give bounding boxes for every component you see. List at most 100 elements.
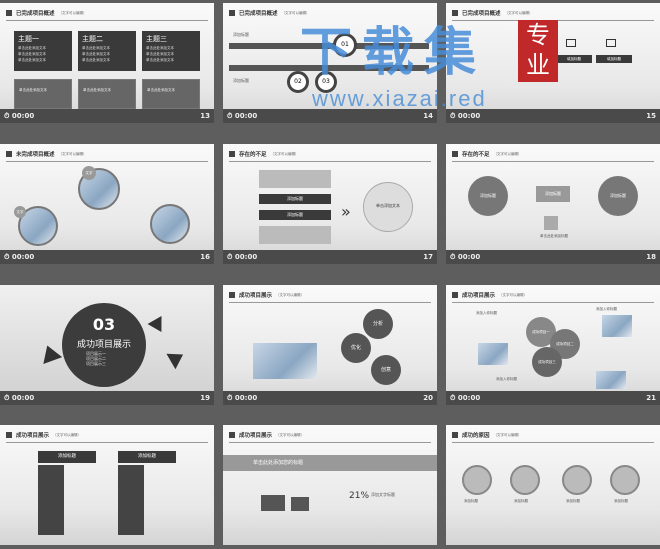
photo-image [253,343,317,379]
slide-title: 已完成项目概述 [239,11,278,17]
slide-footer: ⏱ 00:00 15 [446,109,660,123]
slide-subtitle: （文字可以编辑） [499,292,528,297]
chevron-right-icon: » [341,202,351,221]
slide-header: 已完成项目概述 （文字可以编辑） [6,7,87,19]
image-icon [566,39,576,47]
node-circle: 添加标题 [468,176,508,216]
theme-card-1: 主题一 单击此处添加文本 单击此处添加文本 单击此处添加文本 [14,31,72,71]
slide-title: 存在的不足 [239,152,267,158]
gear-icon: 优化 [341,333,371,363]
theme-bullet: 单击此处添加文本 [146,58,174,62]
slide-24[interactable]: 成功的原因 （文字可以编辑） 添加标题 添加标题 添加标题 添加标题 [446,425,660,545]
label-tag: 填加标题 [556,55,592,63]
slide-number: 18 [646,253,656,261]
photo-image [478,343,508,365]
theme-bullet: 单击此处添加文本 [82,46,110,50]
label-tag: 添加标题 [259,194,331,204]
slide-23[interactable]: 成功项目展示 （文字可以编辑） 单击此处添加您的标题 21% 添加文字标题 [223,425,437,545]
slide-14[interactable]: 已完成项目概述 （文字可以编辑） 01 02 03 添加标题 添加标题 ⏱ 00:… [223,3,437,123]
slide-header: 已完成项目概述 （文字可以编辑） [229,7,310,19]
slide-footer: ⏱ 00:00 21 [446,391,660,405]
center-box: 添加标题 [536,186,570,202]
slide-header: 成功项目展示 （文字可以编辑） [229,289,304,301]
label-tag: 填加标题 [596,55,632,63]
slide-17[interactable]: 存在的不足 （文字可以编辑） 添加标题 添加标题 » 单击添加文本 ⏱ 00:00… [223,144,437,264]
slide-header: 已完成项目概述 （文字可以编辑） [452,7,533,19]
slide-title: 成功项目展示 [239,293,273,299]
theme-card-2: 主题二 单击此处添加文本 单击此处添加文本 单击此处添加文本 [78,31,136,71]
theme-title: 主题一 [18,35,39,43]
slide-subtitle: （文字可以编辑） [276,292,305,297]
slide-number: 17 [423,253,433,261]
slide-footer: ⏱ 00:00 19 [0,391,214,405]
slide-subtitle: （文字可以编辑） [504,10,533,15]
slide-15[interactable]: 已完成项目概述 （文字可以编辑） 填加标题 填加标题 ⏱ 00:00 15 [446,3,660,123]
slide-22[interactable]: 成功项目展示 （文字可以编辑） 添加标题 添加标题 [0,425,214,545]
label-circle: 文字 [14,206,26,218]
item-label: 添加标题 [566,499,580,503]
slide-title: 已完成项目概述 [462,11,501,17]
slide-number: 14 [423,112,433,120]
item-label: 添加入你标题 [496,377,517,381]
node-circle: 添加标题 [598,176,638,216]
text-box: 单击此处添加文本 [14,79,72,109]
slide-footer: ⏱ 00:00 14 [223,109,437,123]
triangle-shape [37,342,63,364]
slide-title: 成功的原因 [462,433,490,439]
section-items: 项目展示一 项目展示二 项目展示三 [86,351,106,366]
slide-subtitle: （文字可以编辑） [493,151,522,156]
slide-number: 20 [423,394,433,402]
horizontal-band [229,43,429,49]
mail-icon [510,465,540,495]
slide-header: 成功项目展示 （文字可以编辑） [6,429,81,441]
document-icon [610,465,640,495]
center-circle: 单击添加文本 [363,182,413,232]
slide-title: 成功项目展示 [462,293,496,299]
theme-bullet: 单击此处添加文本 [146,46,174,50]
slide-21[interactable]: 成功项目展示 （文字可以编辑） 成功项目一 成功项目二 成功项目三 添加入你标题 … [446,285,660,405]
text-block [259,170,331,188]
dark-panel [38,465,64,535]
percent-value: 21% [349,491,370,501]
box-text: 单击此处添加文本 [83,88,111,92]
slide-number: 21 [646,394,656,402]
monitor-icon [261,495,285,511]
gear-icon: 分析 [363,309,393,339]
slide-header: 成功的原因 （文字可以编辑） [452,429,522,441]
slide-title: 已完成项目概述 [16,11,55,17]
section-item: 项目展示三 [86,361,106,366]
slide-header: 存在的不足 （文字可以编辑） [452,148,522,160]
slide-title: 成功项目展示 [16,433,50,439]
item-label: 添加标题 [514,499,528,503]
slide-number: 19 [200,394,210,402]
arrow-down-icon [544,216,558,230]
slide-number: 16 [200,253,210,261]
triangle-shape [166,346,188,370]
slide-title: 未完成项目概述 [16,152,55,158]
item-label: 添加标题 [614,499,628,503]
location-icon [462,465,492,495]
slide-18[interactable]: 存在的不足 （文字可以编辑） 添加标题 添加标题 添加标题 单击此处添加标题 ⏱ … [446,144,660,264]
slide-13[interactable]: 已完成项目概述 （文字可以编辑） 主题一 单击此处添加文本 单击此处添加文本 单击… [0,3,214,123]
slide-19[interactable]: 03 成功项目展示 项目展示一 项目展示二 项目展示三 ⏱ 00:00 19 [0,285,214,405]
slide-header: 成功项目展示 （文字可以编辑） [452,289,527,301]
label-tag: 添加标题 [38,451,96,463]
gear-icon: 创意 [371,355,401,385]
theme-bullet: 单击此处添加文本 [82,58,110,62]
slide-subtitle: （文字可以编辑） [53,432,82,437]
slide-16[interactable]: 未完成项目概述 （文字可以编辑） 文字 文字 ⏱ 00:00 16 [0,144,214,264]
theme-card-3: 主题三 单击此处添加文本 单击此处添加文本 单击此处添加文本 [142,31,200,71]
slide-header: 成功项目展示 （文字可以编辑） [229,429,304,441]
slide-subtitle: （文字可以编辑） [276,432,305,437]
number-circle: 01 [333,33,357,57]
slide-subtitle: （文字可以编辑） [58,151,87,156]
text-box: 单击此处添加文本 [142,79,200,109]
slide-footer: ⏱ 00:00 17 [223,250,437,264]
horizontal-band [229,65,429,71]
item-label: 添加标题 [233,32,249,37]
photo-image [602,315,632,337]
label-tag: 添加标题 [118,451,176,463]
slide-20[interactable]: 成功项目展示 （文字可以编辑） 分析 优化 创意 ⏱ 00:00 20 [223,285,437,405]
slide-number: 15 [646,112,656,120]
slide-footer: ⏱ 00:00 13 [0,109,214,123]
